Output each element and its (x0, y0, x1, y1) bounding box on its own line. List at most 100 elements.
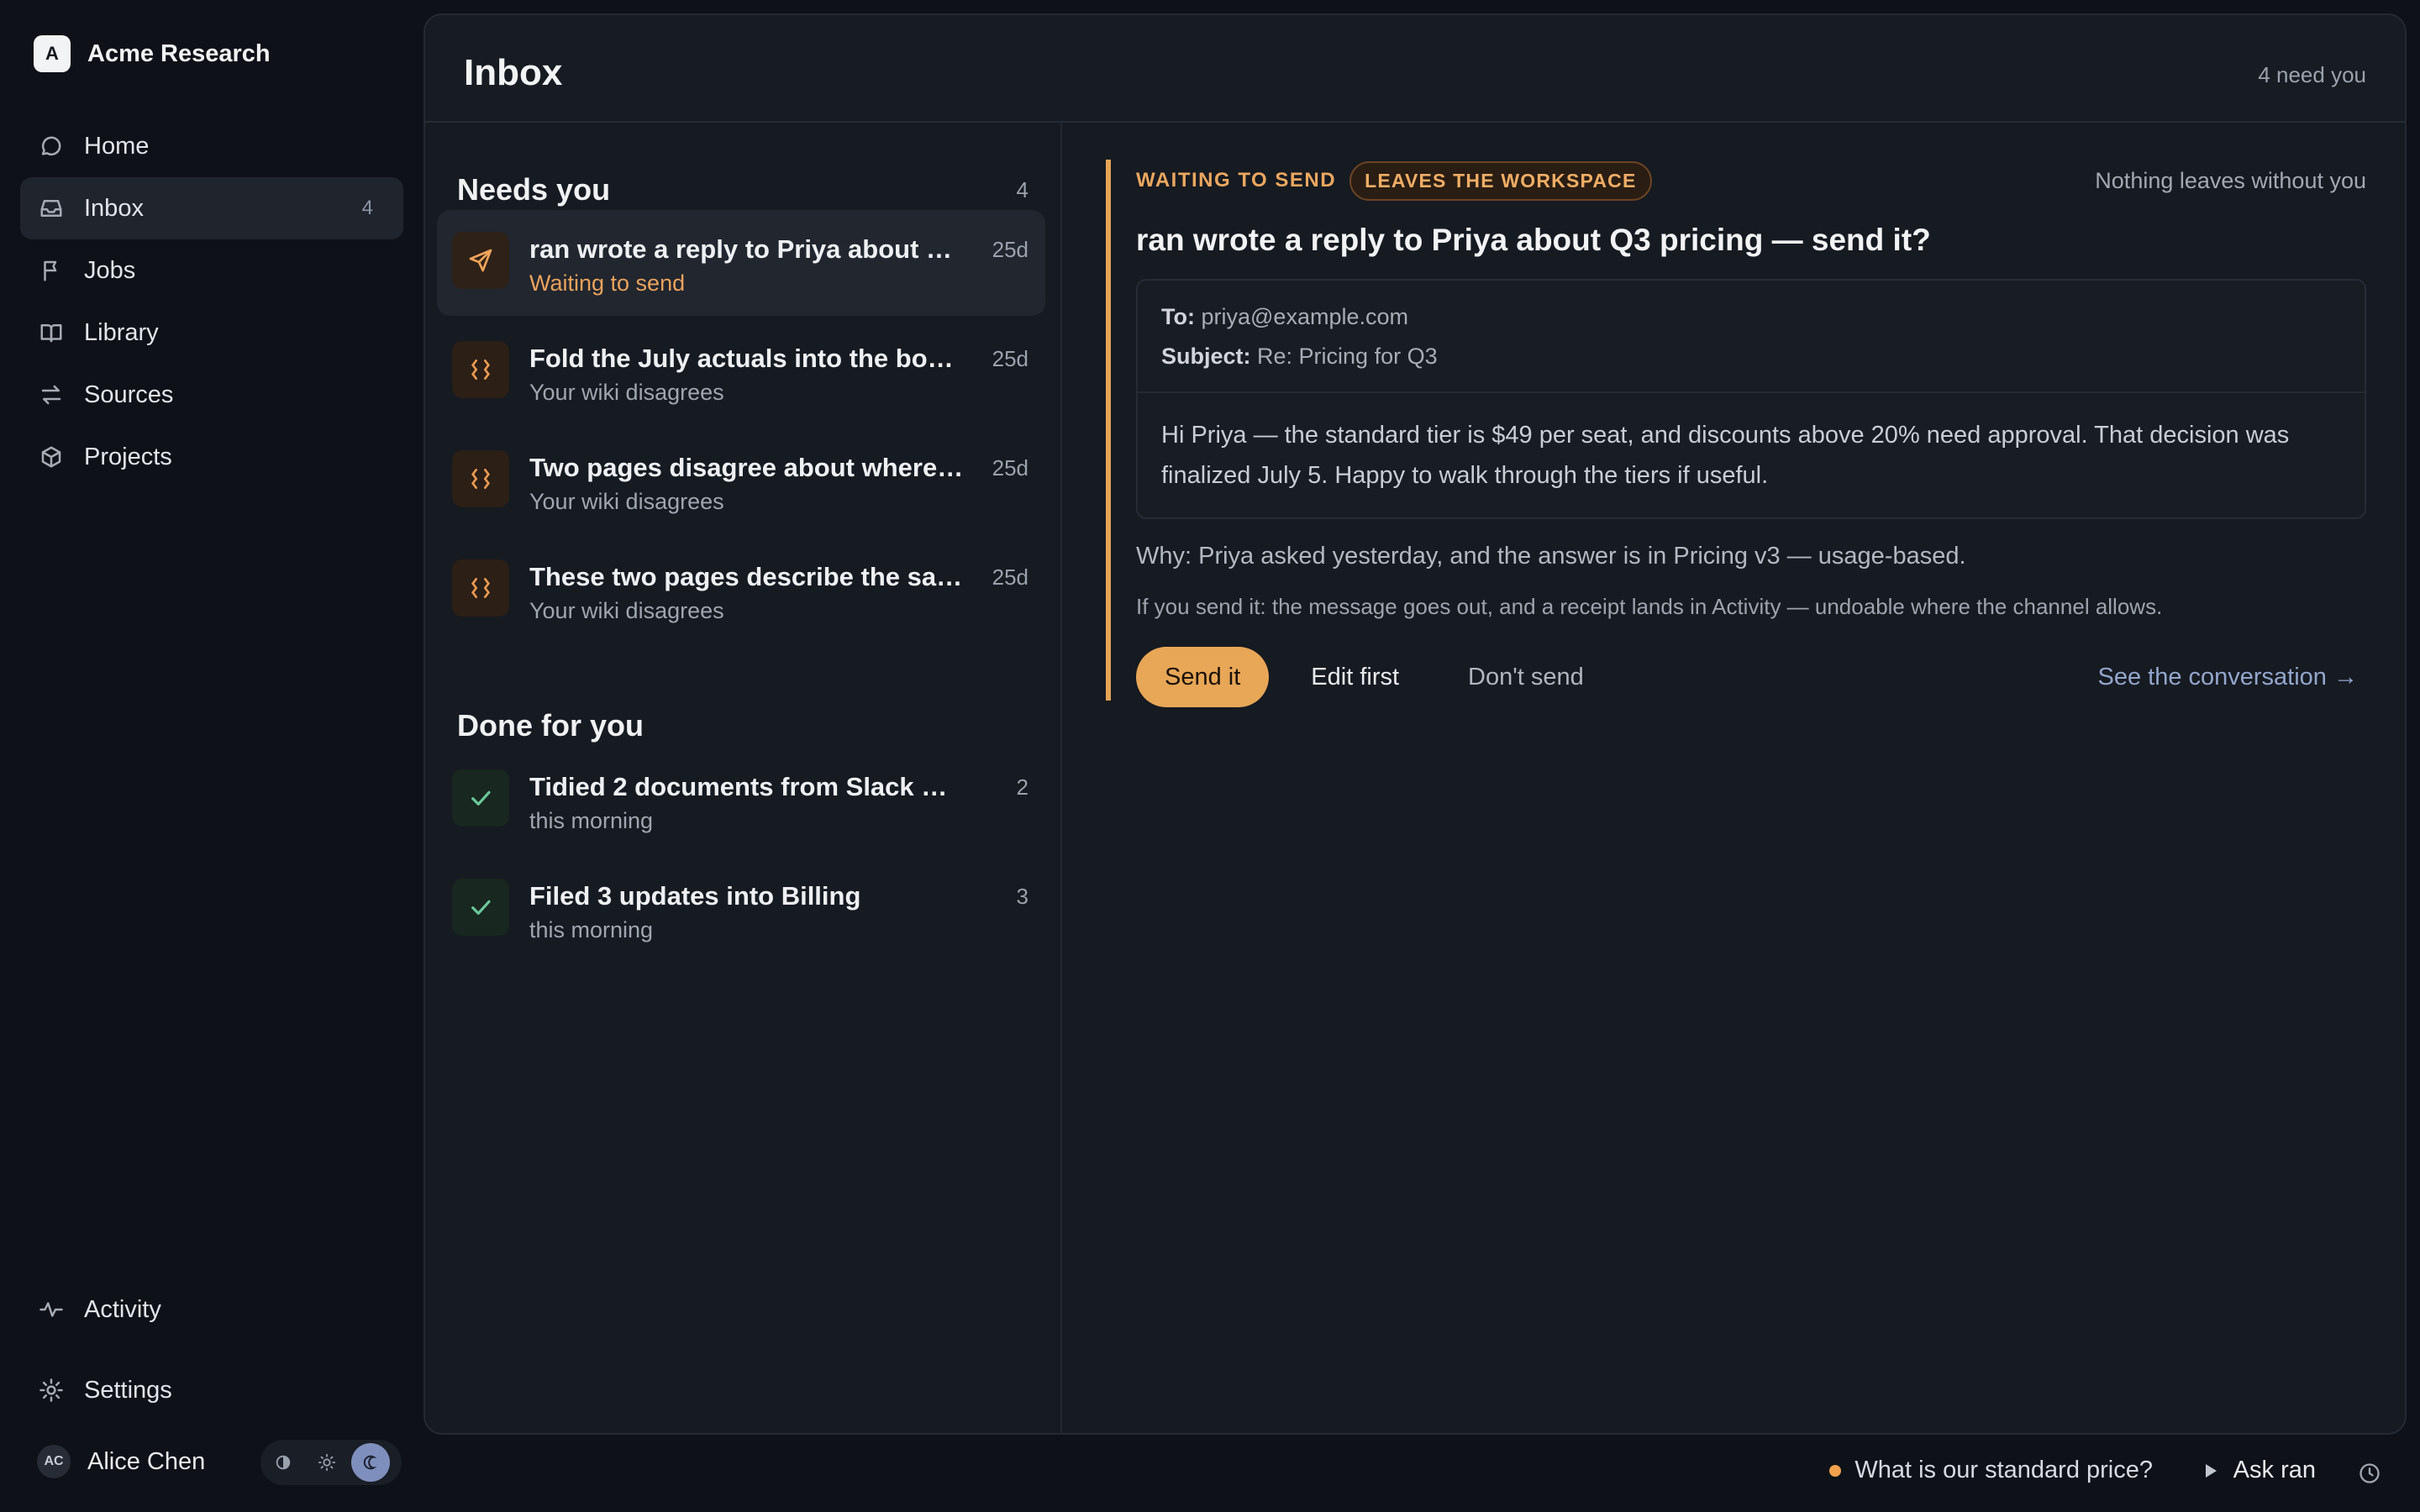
section-count: 4 (1016, 176, 1028, 202)
edit-first-button[interactable]: Edit first (1311, 664, 1399, 691)
item-title: ran wrote a reply to Priya about Q3 pric… (529, 234, 966, 264)
theme-toggle (260, 1440, 402, 1485)
gear-icon (39, 1378, 64, 1403)
section-title: Needs you (457, 172, 611, 207)
nav-label: Home (84, 132, 150, 160)
workspace-switcher[interactable]: A Acme Research (34, 35, 271, 72)
sun-icon[interactable] (308, 1443, 346, 1482)
item-title: These two pages describe the same policy (529, 562, 966, 591)
contrast-icon[interactable] (264, 1443, 302, 1482)
nav-item-settings[interactable]: Settings (20, 1360, 403, 1420)
open-book-icon (39, 320, 64, 345)
item-status: Waiting to send (529, 270, 686, 296)
inbox-panel: Inbox 4 need you Needs you 4 ran wrote a… (424, 13, 2407, 1435)
item-title: Tidied 2 documents from Slack — renamed … (529, 772, 966, 801)
checkmark-icon (452, 879, 509, 936)
nav-item-projects[interactable]: Projects (20, 426, 403, 488)
list-item[interactable]: These two pages describe the same policy… (437, 538, 1045, 643)
pulse-icon (39, 1297, 64, 1322)
chat-bubble-icon (39, 134, 64, 159)
inbox-count-badge: 4 (361, 197, 373, 219)
to-value: priya@example.com (1201, 304, 1409, 329)
item-age: 25d (992, 564, 1028, 590)
sidebar: A Acme Research Home Inbox 4 Jobs Librar… (0, 0, 424, 1512)
nav-item-library[interactable]: Library (20, 302, 403, 364)
item-text: Fold the July actuals into the board dec… (529, 343, 966, 407)
approval-card: WAITING TO SEND LEAVES THE WORKSPACE Not… (1106, 160, 2366, 707)
list-item[interactable]: Fold the July actuals into the board dec… (437, 319, 1045, 425)
safety-note: Nothing leaves without you (2095, 167, 2366, 193)
nav-label: Inbox (84, 194, 144, 222)
nav-item-home[interactable]: Home (20, 115, 403, 177)
brackets-icon (452, 559, 509, 617)
nav-label: Jobs (84, 256, 136, 284)
ask-bar: What is our standard price? Ask ran (424, 1445, 2420, 1499)
item-text: Tidied 2 documents from Slack — renamed … (529, 771, 966, 835)
history-clock-icon[interactable] (2358, 1462, 2381, 1485)
suggested-question-text: What is our standard price? (1854, 1457, 2153, 1483)
consequence-text: If you send it: the message goes out, an… (1136, 594, 2163, 619)
subject-label: Subject: (1161, 344, 1251, 369)
item-title: Fold the July actuals into the board dec… (529, 344, 966, 373)
section-title: Done for you (457, 708, 644, 743)
flag-icon (39, 258, 64, 283)
page-header: Inbox 4 need you (425, 15, 2405, 123)
item-text: Two pages disagree about where Enterpris… (529, 452, 966, 516)
list-item[interactable]: ran wrote a reply to Priya about Q3 pric… (437, 210, 1045, 316)
page-title: Inbox (464, 52, 563, 93)
paper-plane-icon (452, 232, 509, 289)
email-body: Hi Priya — the standard tier is $49 per … (1161, 422, 2290, 489)
main-nav: Home Inbox 4 Jobs Library Sources Projec… (20, 115, 403, 488)
nav-item-sources[interactable]: Sources (20, 364, 403, 426)
ask-ran-button[interactable]: Ask ran (2203, 1457, 2316, 1484)
user-menu[interactable]: AC Alice Chen (37, 1441, 205, 1482)
settings-label: Settings (84, 1376, 172, 1404)
sidebar-footer: Activity Settings (20, 1279, 403, 1420)
email-to: To: priya@example.com (1161, 297, 2341, 337)
item-title: Two pages disagree about where Enterpris… (529, 453, 966, 482)
done-for-you-header: Done for you (457, 706, 1028, 746)
moon-icon[interactable] (351, 1443, 390, 1482)
item-age: 25d (992, 346, 1028, 371)
nav-item-jobs[interactable]: Jobs (20, 239, 403, 302)
suggested-question[interactable]: What is our standard price? (1829, 1457, 2153, 1484)
nav-label: Projects (84, 443, 172, 470)
inbox-tray-icon (39, 196, 64, 221)
needs-you-summary: 4 need you (2258, 62, 2366, 87)
nav-item-inbox[interactable]: Inbox 4 (20, 177, 403, 239)
status-row: WAITING TO SEND LEAVES THE WORKSPACE Not… (1136, 160, 2366, 202)
leaves-workspace-badge: LEAVES THE WORKSPACE (1349, 160, 1652, 201)
list-item[interactable]: Filed 3 updates into Billing this mornin… (437, 857, 1045, 963)
nav-label: Sources (84, 381, 174, 408)
list-item[interactable]: Tidied 2 documents from Slack — renamed … (437, 748, 1045, 853)
workspace-logo: A (34, 35, 71, 72)
list-item[interactable]: Two pages disagree about where Enterpris… (437, 428, 1045, 534)
subject-value: Re: Pricing for Q3 (1257, 344, 1438, 369)
workspace-name: Acme Research (87, 39, 271, 67)
nav-item-activity[interactable]: Activity (20, 1279, 403, 1340)
email-subject: Subject: Re: Pricing for Q3 (1161, 337, 2341, 376)
swap-arrows-icon (39, 382, 64, 407)
item-title: Filed 3 updates into Billing (529, 881, 861, 911)
send-it-button[interactable]: Send it (1136, 647, 1270, 707)
status-dot (1829, 1464, 1842, 1477)
see-conversation-link[interactable]: See the conversation → (2097, 664, 2358, 691)
play-icon (2203, 1462, 2218, 1479)
avatar: AC (37, 1445, 71, 1478)
item-text: Filed 3 updates into Billing this mornin… (529, 880, 966, 944)
user-name: Alice Chen (87, 1447, 206, 1475)
dont-send-button[interactable]: Don't send (1468, 664, 1584, 691)
cube-icon (39, 444, 64, 470)
item-time: this morning (529, 917, 654, 942)
item-status: Your wiki disagrees (529, 380, 724, 405)
nav-label: Library (84, 318, 159, 346)
status-label: WAITING TO SEND (1136, 169, 1337, 192)
needs-you-header: Needs you 4 (457, 170, 1028, 210)
detail-title: ran wrote a reply to Priya about Q3 pric… (1136, 223, 1931, 257)
brackets-icon (452, 450, 509, 507)
to-label: To: (1161, 304, 1195, 329)
item-count: 3 (1016, 884, 1028, 909)
email-preview: To: priya@example.com Subject: Re: Prici… (1136, 279, 2366, 519)
email-header: To: priya@example.com Subject: Re: Prici… (1138, 281, 2365, 393)
checkmark-icon (452, 769, 509, 827)
